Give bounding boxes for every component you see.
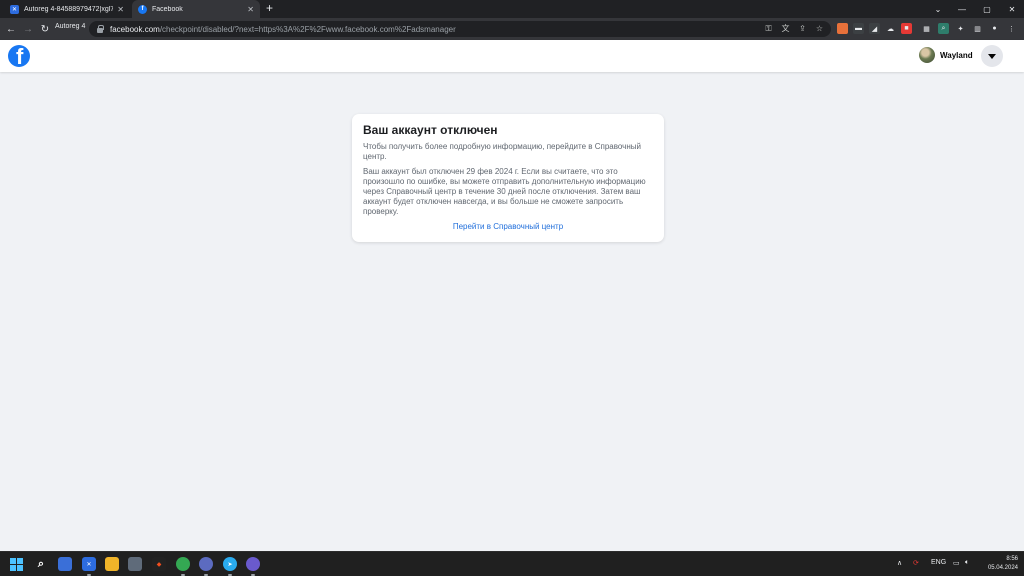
reload-icon[interactable]: ↻ <box>38 22 52 36</box>
taskbar-app-icon[interactable] <box>58 557 72 571</box>
facebook-logo-icon[interactable]: f <box>8 45 30 67</box>
minimize-window-button[interactable]: — <box>950 0 974 18</box>
avatar[interactable] <box>919 47 935 63</box>
close-tab-icon[interactable]: ✕ <box>117 5 124 14</box>
help-center-link[interactable]: Перейти в Справочный центр <box>363 222 653 231</box>
windows-taskbar: ⌕ ✕ ◆ ➤ ∧ ⟳ ENG ▭ 🔈︎ 8:56 05.04.2024 <box>0 551 1024 576</box>
card-lead-text: Чтобы получить более подробную информаци… <box>363 142 641 161</box>
tray-chevron-up-icon[interactable]: ∧ <box>897 559 902 567</box>
url-text[interactable]: facebook.com/checkpoint/disabled/?next=h… <box>110 25 456 34</box>
extension-bar-icon[interactable]: ▬ <box>853 23 864 34</box>
volume-icon[interactable]: 🔈︎ <box>965 559 969 567</box>
card-body-text: Ваш аккаунт был отключен 29 фев 2024 г. … <box>363 167 646 216</box>
tab-title: Facebook <box>152 5 183 13</box>
chrome-icon[interactable] <box>176 557 190 571</box>
language-indicator[interactable]: ENG <box>931 559 946 566</box>
clock-date: 05.04.2024 <box>987 565 1018 571</box>
back-arrow-icon[interactable]: ← <box>4 22 18 36</box>
new-tab-button[interactable]: + <box>266 1 273 15</box>
extension-search-icon[interactable]: ⌕ <box>938 23 949 34</box>
chrome-menu-icon[interactable]: ⋮ <box>1006 23 1017 34</box>
extension-red-icon[interactable]: ■ <box>901 23 912 34</box>
extension-grid-icon[interactable]: ▦ <box>921 23 932 34</box>
figma-icon[interactable]: ◆ <box>152 557 166 571</box>
autoreg-app-icon[interactable]: ✕ <box>82 557 96 571</box>
search-icon[interactable]: ⌕ <box>34 557 48 571</box>
app-purple-icon[interactable] <box>246 557 260 571</box>
extensions-puzzle-icon[interactable]: ✦ <box>955 23 966 34</box>
profile-name[interactable]: Wayland <box>940 51 973 60</box>
file-explorer-icon[interactable] <box>105 557 119 571</box>
browser-tab-strip: ✕ Autoreg 4-84588979472|xgl7pb ✕ f Faceb… <box>0 0 1024 18</box>
network-icon[interactable]: ▭ <box>953 559 960 567</box>
card-title: Ваш аккаунт отключен <box>363 123 498 137</box>
side-panel-icon[interactable]: ▥ <box>972 23 983 34</box>
account-menu-button[interactable] <box>981 45 1003 67</box>
notepad-icon[interactable] <box>128 557 142 571</box>
translate-icon[interactable]: 文 <box>780 23 791 34</box>
app-circle-icon[interactable] <box>199 557 213 571</box>
tray-sync-icon[interactable]: ⟳ <box>913 559 919 567</box>
profile-chip[interactable]: Wayland <box>919 47 973 63</box>
profile-icon[interactable]: ● <box>989 23 1000 34</box>
lock-icon[interactable] <box>97 25 104 33</box>
account-disabled-card: Ваш аккаунт отключен Чтобы получить боле… <box>352 114 664 242</box>
bookmark-shortcut[interactable]: Autoreg 4 <box>55 23 85 30</box>
tab-title: Autoreg 4-84588979472|xgl7pb <box>24 5 114 13</box>
extension-signal-icon[interactable]: ◢ <box>869 23 880 34</box>
browser-toolbar: ← → ↻ Autoreg 4 facebook.com/checkpoint/… <box>0 18 1024 40</box>
extension-orange-icon[interactable] <box>837 23 848 34</box>
facebook-favicon-icon: f <box>138 4 147 14</box>
close-window-button[interactable]: ✕ <box>1000 0 1024 18</box>
telegram-icon[interactable]: ➤ <box>223 557 237 571</box>
maximize-window-button[interactable]: ▢ <box>975 0 999 18</box>
key-icon[interactable]: ⚿ <box>763 23 774 34</box>
browser-tab-autoreg[interactable]: ✕ Autoreg 4-84588979472|xgl7pb ✕ <box>4 0 130 18</box>
share-icon[interactable]: ⇪ <box>797 23 808 34</box>
autoreg-favicon-icon: ✕ <box>10 4 19 14</box>
tab-search-chevron-icon[interactable]: ⌄ <box>926 0 950 18</box>
browser-tab-facebook[interactable]: f Facebook ✕ <box>132 0 260 18</box>
facebook-header: f Wayland <box>0 40 1024 72</box>
address-bar[interactable]: facebook.com/checkpoint/disabled/?next=h… <box>89 21 831 37</box>
windows-start-icon[interactable] <box>10 558 23 571</box>
extension-cloud-icon[interactable]: ☁ <box>885 23 896 34</box>
clock-time: 8:56 <box>1006 556 1018 562</box>
caret-down-icon <box>988 53 996 59</box>
bookmark-star-icon[interactable]: ☆ <box>814 23 825 34</box>
system-clock[interactable]: 8:56 05.04.2024 <box>980 555 1018 573</box>
forward-arrow-icon[interactable]: → <box>21 22 35 36</box>
close-tab-icon[interactable]: ✕ <box>247 5 254 14</box>
